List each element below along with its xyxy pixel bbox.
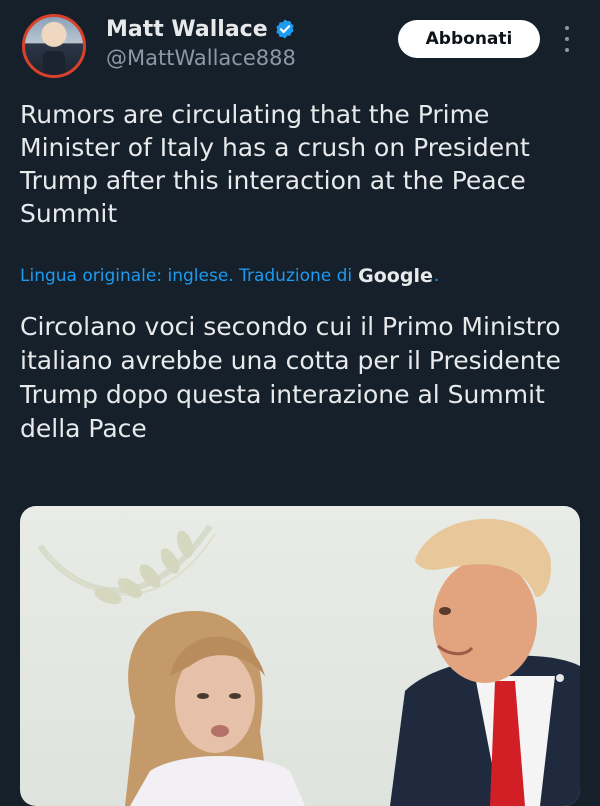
tweet-media-video[interactable] <box>20 506 580 806</box>
author-name[interactable]: Matt Wallace <box>106 17 268 42</box>
translation-end: . <box>433 266 440 286</box>
media-frame <box>37 518 580 806</box>
follow-button[interactable]: Abbonati <box>398 20 540 58</box>
translated-text: Circolano voci secondo cui il Primo Mini… <box>20 312 561 443</box>
man-figure <box>390 518 580 806</box>
google-logo: Google <box>358 265 433 287</box>
author-handle[interactable]: @MattWallace888 <box>106 46 296 70</box>
translation-label[interactable]: Lingua originale: inglese. Traduzione di <box>20 266 352 286</box>
wreath-emblem <box>37 524 216 605</box>
tweet-text: Rumors are circulating that the Prime Mi… <box>20 100 530 228</box>
more-options-icon[interactable] <box>562 26 572 52</box>
verified-badge-icon <box>276 19 294 39</box>
author-name-row: Matt Wallace <box>106 14 296 44</box>
woman-figure <box>125 611 305 806</box>
translation-notice[interactable]: Lingua originale: inglese. Traduzione di… <box>20 265 439 287</box>
author-avatar[interactable] <box>22 14 86 78</box>
avatar-figure <box>43 51 65 75</box>
